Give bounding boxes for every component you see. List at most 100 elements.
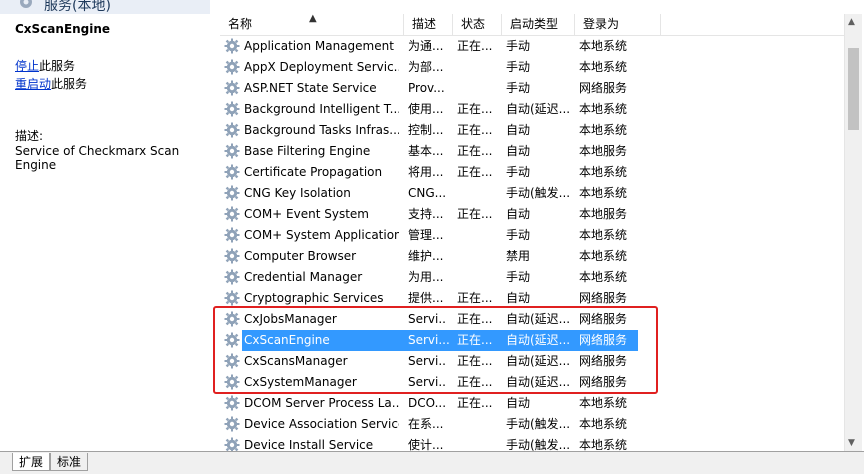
service-gear-icon (224, 248, 240, 264)
service-name-cell: COM+ Event System (244, 207, 369, 221)
service-gear-icon (224, 59, 240, 75)
service-row[interactable]: Background Intelligent T... 使用... 正在... 自动(… (220, 99, 844, 120)
service-name-cell: CxJobsManager (244, 312, 337, 326)
service-row[interactable]: Credential Manager 为用... 手动 本地系统 (220, 267, 844, 288)
service-gear-icon (224, 332, 240, 348)
service-row[interactable]: Application Management 为通... 正在... 手动 本地系统 (220, 36, 844, 57)
selected-service-name: CxScanEngine (15, 22, 111, 36)
service-row[interactable]: Base Filtering Engine 基本... 正在... 自动 本地服务 (220, 141, 844, 162)
restart-service-link[interactable]: 重启动 (15, 77, 51, 91)
service-description-cell: 为部... (408, 60, 444, 74)
service-gear-icon (224, 143, 240, 159)
service-description-cell: 为用... (408, 270, 444, 284)
column-description[interactable]: 描述 (404, 14, 453, 35)
sort-ascending-icon: ▲ (309, 14, 317, 24)
service-logon-cell: 本地系统 (579, 186, 628, 200)
service-gear-icon (224, 185, 240, 201)
service-description-cell: 控制... (408, 123, 444, 137)
service-status-cell (457, 225, 495, 246)
service-row[interactable]: CNG Key Isolation CNG... 手动(触发... 本地系统 (220, 183, 844, 204)
service-startup-type-cell: 自动 (506, 291, 531, 305)
service-name-cell: Device Association Service (244, 417, 399, 431)
service-logon-cell: 本地服务 (579, 207, 628, 221)
gear-icon (20, 0, 32, 8)
service-status-cell: 正在... (457, 354, 493, 368)
scroll-down-icon[interactable]: ▼ (848, 438, 855, 448)
service-status-cell (457, 57, 495, 78)
service-row[interactable]: CxScansManager Servi... 正在... 自动(延迟... 网络服务 (220, 351, 844, 372)
service-gear-icon (224, 290, 240, 306)
service-logon-cell: 网络服务 (579, 291, 628, 305)
service-row[interactable]: ASP.NET State Service Prov... 手动 网络服务 (220, 78, 844, 99)
service-startup-type-cell: 自动 (506, 396, 531, 410)
service-startup-type-cell: 手动(触发... (506, 186, 570, 200)
service-gear-icon (224, 80, 240, 96)
service-logon-cell: 本地系统 (579, 39, 628, 53)
service-row[interactable]: CxScanEngine Servi... 正在... 自动(延迟... 网络服务 (220, 330, 844, 351)
column-status[interactable]: 状态 (453, 14, 502, 35)
column-logon-as[interactable]: 登录为 (575, 14, 661, 35)
vertical-scrollbar[interactable]: ▲ ▼ (844, 14, 862, 451)
service-gear-icon (224, 101, 240, 117)
service-status-cell: 正在... (457, 375, 493, 389)
service-logon-cell: 本地系统 (579, 102, 628, 116)
service-status-cell: 正在... (457, 102, 493, 116)
service-row[interactable]: COM+ Event System 支持... 正在... 自动 本地服务 (220, 204, 844, 225)
service-logon-cell: 本地系统 (579, 249, 628, 263)
service-row[interactable]: CxSystemManager Servi... 正在... 自动(延迟... 网络服务 (220, 372, 844, 393)
service-description-cell: 在系... (408, 417, 444, 431)
service-row[interactable]: AppX Deployment Servic... 为部... 手动 本地系统 (220, 57, 844, 78)
column-startup-type[interactable]: 启动类型 (502, 14, 575, 35)
service-row[interactable]: Cryptographic Services 提供... 正在... 自动 网络服务 (220, 288, 844, 309)
service-row[interactable]: Computer Browser 维护... 禁用 本地系统 (220, 246, 844, 267)
service-description-cell: 提供... (408, 291, 444, 305)
service-name-cell: CxScanEngine (242, 330, 410, 351)
service-status-cell (457, 183, 495, 204)
tab-standard[interactable]: 标准 (50, 453, 89, 471)
scroll-up-icon[interactable]: ▲ (848, 17, 855, 27)
service-row[interactable]: COM+ System Application 管理... 手动 本地系统 (220, 225, 844, 246)
service-row[interactable]: Device Association Service 在系... 手动(触发... 本… (220, 414, 844, 435)
service-gear-icon (224, 311, 240, 327)
service-startup-type-cell: 自动(延迟... (502, 330, 579, 351)
service-description-cell: 使用... (408, 102, 444, 116)
description-label: 描述: (15, 129, 44, 143)
services-list[interactable]: 名称 ▲ 描述 状态 启动类型 登录为 Application Manageme… (220, 14, 844, 451)
column-name[interactable]: 名称 ▲ (220, 14, 404, 35)
service-row[interactable]: Background Tasks Infras... 控制... 正在... 自动 本地… (220, 120, 844, 141)
service-logon-cell: 网络服务 (579, 312, 628, 326)
scrollbar-thumb[interactable] (848, 48, 859, 130)
stop-service-link[interactable]: 停止 (15, 59, 39, 73)
service-startup-type-cell: 自动(延迟... (506, 354, 570, 368)
service-row[interactable]: CxJobsManager Servi... 正在... 自动(延迟... 网络服务 (220, 309, 844, 330)
service-name-cell: DCOM Server Process La... (244, 396, 399, 410)
service-description-cell: DCO... (408, 396, 446, 410)
service-startup-type-cell: 自动 (506, 123, 531, 137)
service-row[interactable]: DCOM Server Process La... DCO... 正在... 自动 本地… (220, 393, 844, 414)
service-row[interactable]: Certificate Propagation 将用... 正在... 手动 本地系统 (220, 162, 844, 183)
service-startup-type-cell: 自动 (506, 207, 531, 221)
service-name-cell: Background Intelligent T... (244, 102, 399, 116)
service-description-cell: CNG... (408, 186, 446, 200)
service-gear-icon (224, 164, 240, 180)
service-status-cell (457, 246, 495, 267)
service-status-cell (457, 78, 495, 99)
service-logon-cell: 本地系统 (579, 165, 628, 179)
service-status-cell: 正在... (457, 39, 493, 53)
tab-extended[interactable]: 扩展 (12, 453, 51, 471)
column-header: 名称 ▲ 描述 状态 启动类型 登录为 (220, 14, 844, 36)
service-status-cell: 正在... (457, 396, 493, 410)
restart-suffix: 此服务 (51, 77, 88, 91)
service-startup-type-cell: 手动 (506, 228, 531, 242)
service-logon-cell: 本地系统 (579, 438, 628, 451)
service-status-cell: 正在... (457, 312, 493, 326)
service-startup-type-cell: 自动(延迟... (506, 102, 570, 116)
service-logon-cell: 本地系统 (579, 60, 628, 74)
service-row[interactable]: Device Install Service 使计... 手动(触发... 本地系统 (220, 435, 844, 451)
service-description-cell: Servi... (408, 354, 446, 368)
service-description-cell: Prov... (408, 81, 445, 95)
service-status-cell (457, 414, 495, 435)
window-title: 服务(本地) (44, 0, 111, 14)
service-logon-cell: 本地系统 (579, 123, 628, 137)
service-status-cell: 正在... (457, 207, 493, 221)
